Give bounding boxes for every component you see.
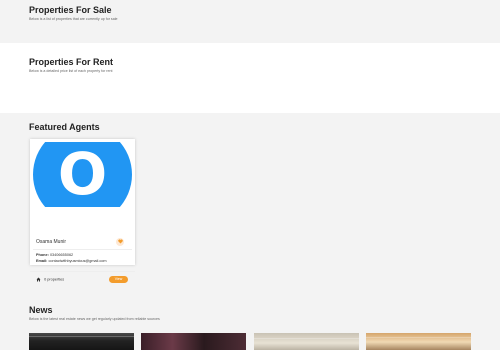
properties-count-label: 0 properties — [44, 277, 65, 282]
news-thumbnail[interactable] — [366, 333, 471, 350]
agent-name[interactable]: Osama Munir — [36, 239, 66, 245]
featured-agents-section: Featured Agents O Osama Munir Phone: 034… — [0, 113, 500, 294]
section-title: Featured Agents — [29, 122, 100, 132]
news-section: News Below is the latest real estate new… — [0, 294, 500, 350]
agent-phone: 03406655062 — [49, 253, 74, 257]
news-thumbnail[interactable] — [141, 333, 246, 350]
section-subtitle: Below is a detailed price list of each p… — [29, 69, 113, 73]
avatar-letter: O — [33, 142, 132, 207]
section-title: Properties For Rent — [29, 57, 114, 67]
agent-properties-count: 0 properties — [36, 277, 64, 282]
news-thumbnail[interactable] — [254, 333, 359, 350]
agent-avatar[interactable]: O — [33, 142, 132, 207]
divider — [33, 249, 132, 250]
section-subtitle: Below is a list of properties that are c… — [29, 17, 118, 21]
email-label: Email: — [36, 259, 48, 263]
news-thumbnail[interactable] — [29, 333, 134, 350]
agent-email[interactable]: contactwithbyusmicus@gmail.com — [48, 259, 106, 263]
favorite-button[interactable] — [116, 238, 124, 246]
home-icon — [36, 277, 41, 282]
heart-icon — [117, 239, 123, 244]
properties-for-sale-section: Properties For Sale Below is a list of p… — [0, 0, 500, 43]
agent-email-row: Email: contactwithbyusmicus@gmail.com — [36, 259, 107, 263]
view-agent-button[interactable]: View — [109, 276, 128, 283]
properties-for-rent-section: Properties For Rent Below is a detailed … — [0, 43, 500, 113]
section-title: Properties For Sale — [29, 5, 112, 15]
card-footer-divider — [30, 271, 135, 272]
section-title: News — [29, 305, 53, 315]
agent-phone-row: Phone: 03406655062 — [36, 253, 73, 257]
section-subtitle: Below is the latest real estate news we … — [29, 317, 160, 321]
agent-card[interactable]: O Osama Munir Phone: 03406655062 Email: … — [30, 139, 135, 283]
phone-label: Phone: — [36, 253, 49, 257]
